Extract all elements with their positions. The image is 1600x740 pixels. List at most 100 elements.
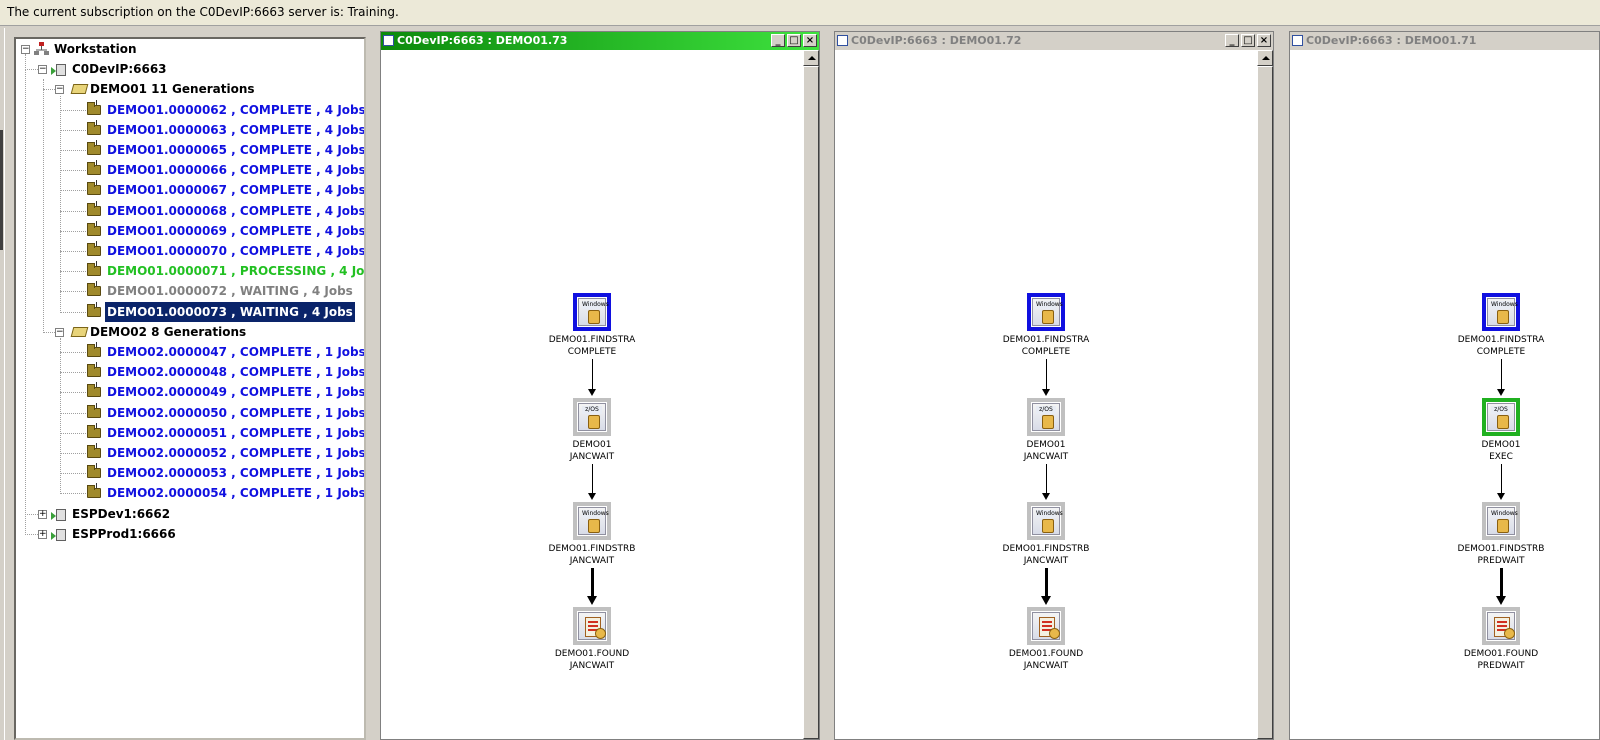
- job-status: COMPLETE: [1476, 347, 1526, 357]
- tree-node[interactable]: DEMO01.0000065 , COMPLETE , 4 Jobs: [105, 140, 366, 160]
- collapse-demo01-toggle[interactable]: −: [55, 85, 64, 95]
- tree-node[interactable]: DEMO02.0000047 , COMPLETE , 1 Jobs: [105, 342, 364, 362]
- tree-node[interactable]: DEMO01.0000069 , COMPLETE , 4 Jobs: [105, 221, 366, 241]
- job-label: DEMO01.FOUND JANCWAIT: [537, 648, 647, 672]
- collapse-demo02-toggle[interactable]: −: [55, 327, 64, 337]
- tree-node[interactable]: DEMO02.0000053 , COMPLETE , 1 Jobs: [105, 463, 364, 483]
- job-node[interactable]: Windows: [1482, 502, 1520, 540]
- tree-node[interactable]: DEMO02.0000048 , COMPLETE , 1 Jobs: [105, 362, 364, 382]
- workstation-icon: [34, 41, 50, 55]
- maximize-button[interactable]: □: [787, 34, 801, 47]
- job-node[interactable]: z/OS: [573, 398, 611, 436]
- job-node[interactable]: [1027, 607, 1065, 645]
- vertical-scrollbar[interactable]: [1257, 50, 1273, 739]
- job-name: DEMO01: [572, 440, 612, 450]
- workstation-tree[interactable]: − Workstation − C0DevIP:6663− DEMO01 11 Gene…: [14, 37, 366, 740]
- graph-window[interactable]: C0DevIP:6663 : DEMO01.73 _ □ × Windows DEMO01…: [380, 31, 820, 740]
- tree-guide-line: [60, 352, 86, 353]
- scroll-thumb[interactable]: [803, 66, 819, 739]
- window-title-bar[interactable]: C0DevIP:6663 : DEMO01.73 _ □ ×: [381, 32, 819, 50]
- tree-guide-line: [60, 372, 86, 374]
- job-node[interactable]: z/OS: [1027, 398, 1065, 436]
- tree-node-label: DEMO01 11 Generations: [90, 82, 255, 97]
- job-node[interactable]: [1482, 607, 1520, 645]
- collapse-server-toggle[interactable]: −: [38, 65, 47, 75]
- tree-node[interactable]: DEMO01.0000063 , COMPLETE , 4 Jobs: [105, 120, 364, 140]
- tree-guide-line: [60, 230, 86, 232]
- window-title-bar[interactable]: C0DevIP:6663 : DEMO01.72 _ □ ×: [835, 32, 1273, 50]
- expand-server-toggle[interactable]: +: [38, 509, 47, 519]
- tree-node[interactable]: Workstation: [52, 39, 139, 59]
- folder-icon: [87, 463, 101, 479]
- tree-node[interactable]: DEMO01.0000072 , WAITING , 4 Jobs: [105, 281, 355, 301]
- job-status: PREDWAIT: [1477, 556, 1525, 566]
- arrow-shaft: [1499, 568, 1503, 599]
- job-name: DEMO01.FINDSTRA: [1457, 335, 1545, 345]
- job-node[interactable]: Windows: [573, 502, 611, 540]
- tree-node[interactable]: DEMO02.0000054 , COMPLETE , 1 Jobs: [105, 483, 364, 503]
- folder-icon: [87, 362, 101, 378]
- tree-node[interactable]: DEMO01 11 Generations: [88, 79, 257, 99]
- arrow-shaft: [1045, 464, 1047, 494]
- tree-node[interactable]: C0DevIP:6663: [70, 59, 169, 79]
- platform-tag: z/OS: [582, 406, 602, 414]
- job-node[interactable]: Windows: [1482, 293, 1520, 331]
- tree-node-label: DEMO01.0000073 , WAITING , 4 Jobs: [104, 300, 356, 323]
- maximize-button[interactable]: □: [1241, 34, 1255, 47]
- job-status: EXEC: [1489, 452, 1513, 462]
- tree-guide-line: [60, 432, 86, 434]
- tree-guide-line: [60, 392, 86, 394]
- expand-server-toggle[interactable]: +: [38, 529, 47, 539]
- job-node[interactable]: [573, 607, 611, 645]
- job-node[interactable]: Windows: [1027, 293, 1065, 331]
- tree-guide-line: [60, 412, 86, 414]
- tree-node-label: DEMO01.0000069 , COMPLETE , 4 Jobs: [107, 223, 366, 238]
- tree-node[interactable]: DEMO02.0000051 , COMPLETE , 1 Jobs: [105, 423, 366, 443]
- job-node[interactable]: z/OS: [1482, 398, 1520, 436]
- minimize-button[interactable]: _: [771, 34, 785, 47]
- tree-node[interactable]: DEMO02.0000052 , COMPLETE , 1 Jobs: [105, 443, 366, 463]
- job-icon-body: Windows: [1032, 507, 1063, 535]
- scroll-up-button[interactable]: [1257, 50, 1273, 66]
- tree-node[interactable]: ESPDev1:6662: [70, 504, 172, 524]
- folder-icon: [87, 220, 101, 236]
- tree-node[interactable]: DEMO01.0000062 , COMPLETE , 4 Jobs: [105, 100, 364, 120]
- tree-node[interactable]: DEMO01.0000073 , WAITING , 4 Jobs: [104, 300, 356, 323]
- graph-window[interactable]: C0DevIP:6663 : DEMO01.72 _ □ × Windows DEMO01…: [834, 31, 1274, 740]
- folder-icon: [87, 241, 101, 256]
- tree-node-label: DEMO01.0000065 , COMPLETE , 4 Jobs: [107, 143, 366, 157]
- folder-icon: [87, 160, 101, 176]
- tree-node-label: C0DevIP:6663: [72, 62, 167, 77]
- graph-window[interactable]: C0DevIP:6663 : DEMO01.71 Windows DEMO01.FI…: [1289, 31, 1600, 740]
- tree-node[interactable]: DEMO02.0000049 , COMPLETE , 1 Jobs: [105, 382, 364, 402]
- minimize-button[interactable]: _: [1225, 34, 1239, 47]
- tree-node-label: DEMO02.0000051 , COMPLETE , 1 Jobs: [107, 425, 366, 440]
- tree-node[interactable]: DEMO01.0000067 , COMPLETE , 4 Jobs: [105, 180, 364, 200]
- tree-node[interactable]: DEMO01.0000070 , COMPLETE , 4 Jobs: [105, 241, 364, 261]
- arrow-shaft: [590, 568, 594, 599]
- folder-icon: [87, 180, 101, 196]
- close-button[interactable]: ×: [803, 34, 817, 47]
- collapse-workstation-toggle[interactable]: −: [21, 45, 30, 54]
- job-node[interactable]: Windows: [573, 293, 611, 331]
- tree-node[interactable]: DEMO01.0000066 , COMPLETE , 4 Jobs: [105, 160, 364, 180]
- tree-node[interactable]: DEMO01.0000068 , COMPLETE , 4 Jobs: [105, 201, 364, 221]
- tree-node[interactable]: DEMO02.0000050 , COMPLETE , 1 Jobs: [105, 403, 364, 423]
- close-button[interactable]: ×: [1257, 34, 1271, 47]
- tree-node-label: DEMO02.0000052 , COMPLETE , 1 Jobs: [107, 446, 366, 460]
- tree-node[interactable]: DEMO01.0000071 , PROCESSING , 4 Jobs: [105, 261, 364, 281]
- job-icon-body: Windows: [1487, 507, 1518, 535]
- platform-tag: Windows: [1036, 301, 1063, 309]
- scroll-up-button[interactable]: [803, 50, 819, 66]
- vertical-scrollbar[interactable]: [803, 50, 819, 739]
- tree-node[interactable]: ESPProd1:6666: [70, 524, 178, 544]
- job-name: DEMO01.FINDSTRA: [548, 335, 636, 345]
- folder-icon: [87, 261, 101, 277]
- platform-tag: Windows: [582, 510, 609, 518]
- window-title-bar[interactable]: C0DevIP:6663 : DEMO01.71: [1290, 32, 1599, 50]
- job-node[interactable]: Windows: [1027, 502, 1065, 540]
- arrow-head: [1496, 596, 1506, 605]
- folder-icon: [87, 402, 101, 418]
- scroll-thumb[interactable]: [1257, 66, 1273, 739]
- tree-node[interactable]: DEMO02 8 Generations: [88, 322, 248, 342]
